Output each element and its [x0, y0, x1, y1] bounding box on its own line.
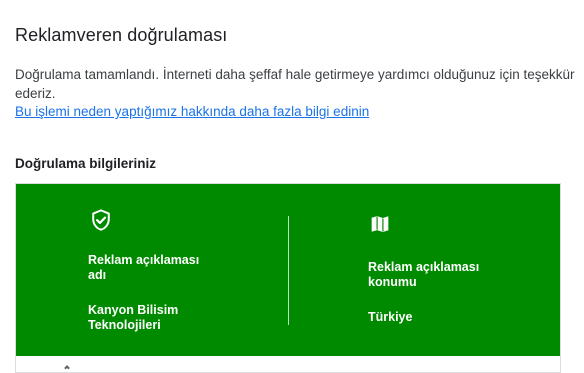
verification-info-heading: Doğrulama bilgileriniz	[15, 156, 157, 171]
page-title: Reklamveren doğrulaması	[15, 25, 228, 45]
disclosure-location-label: Reklam açıklaması konumu	[368, 260, 480, 289]
disclosure-location-value: Türkiye	[368, 310, 413, 324]
verification-complete-message: Doğrulama tamamlandı. İnterneti daha şef…	[15, 67, 575, 101]
disclosure-name-value: Kanyon Bilisim Teknolojileri	[88, 303, 179, 332]
disclosure-name-label: Reklam açıklaması adı	[88, 253, 200, 282]
disclosure-location-item: Reklam açıklaması konumu Türkiye	[368, 214, 518, 325]
learn-more-link[interactable]: Bu işlemi neden yaptığımız hakkında daha…	[15, 104, 369, 119]
chevron-up-icon	[64, 365, 70, 371]
verification-info-panel: Reklam açıklaması adı Kanyon Bilisim Tek…	[16, 184, 560, 356]
verification-info-card: Reklam açıklaması adı Kanyon Bilisim Tek…	[15, 183, 561, 373]
verified-shield-icon	[90, 208, 238, 232]
disclosure-name-item: Reklam açıklaması adı Kanyon Bilisim Tek…	[88, 208, 238, 333]
map-icon	[370, 214, 518, 234]
column-divider	[288, 216, 289, 325]
